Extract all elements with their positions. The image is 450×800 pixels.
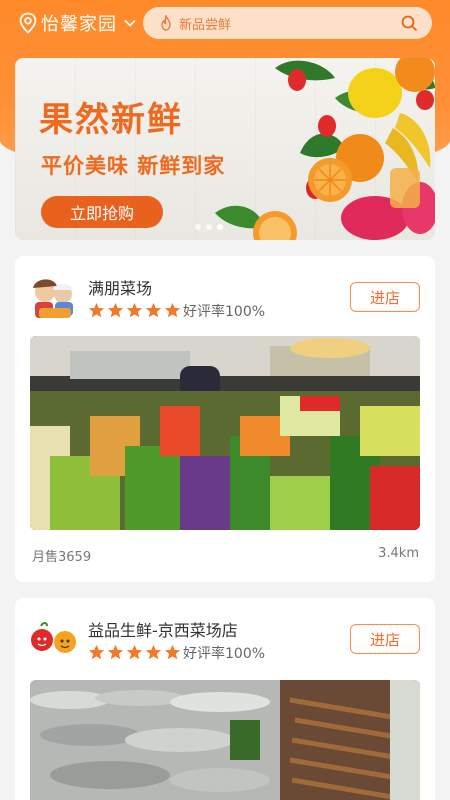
promo-banner[interactable]: 果然新鲜 平价美味 新鲜到家 立即抢购 (15, 58, 435, 240)
fruit-illustration (215, 58, 435, 240)
star-rating (88, 302, 181, 319)
flame-icon (161, 15, 171, 31)
buy-now-button[interactable]: 立即抢购 (41, 196, 163, 228)
star-icon (126, 302, 143, 318)
banner-subtitle: 平价美味 新鲜到家 (41, 154, 226, 178)
banner-title: 果然新鲜 (39, 100, 183, 140)
location-pin-icon (19, 12, 37, 34)
star-icon (145, 644, 162, 660)
location-label: 怡馨家园 (41, 14, 117, 35)
store-photo (30, 336, 420, 530)
store-logo (33, 279, 73, 318)
chevron-down-icon (124, 19, 136, 27)
search-bar[interactable]: 新品尝鲜 (143, 7, 432, 39)
store-name: 益品生鲜-京西菜场店 (88, 621, 238, 640)
star-icon (107, 302, 124, 318)
star-icon (107, 644, 124, 660)
star-icon (164, 302, 181, 318)
top-bar: 怡馨家园 新品尝鲜 (0, 0, 450, 46)
enter-store-button[interactable]: 进店 (350, 624, 420, 654)
monthly-sales: 月售3659 (32, 550, 92, 565)
store-card[interactable]: 益品生鲜-京西菜场店 好评率100% 进店 (15, 598, 435, 800)
rating-label: 好评率100% (183, 304, 266, 320)
store-card[interactable]: 满朋菜场 好评率100% 进店 月售3659 3.4km (15, 256, 435, 582)
rating-label: 好评率100% (183, 646, 266, 662)
enter-store-button[interactable]: 进店 (350, 282, 420, 312)
star-icon (88, 644, 105, 660)
store-distance: 3.4km (378, 546, 419, 561)
star-icon (126, 644, 143, 660)
location-selector[interactable]: 怡馨家园 (18, 9, 137, 37)
carousel-dot (217, 224, 223, 230)
carousel-dot (195, 224, 201, 230)
search-placeholder: 新品尝鲜 (179, 17, 232, 33)
star-rating (88, 644, 181, 661)
carousel-dot (206, 224, 212, 230)
carousel-indicator (195, 224, 223, 230)
store-name: 满朋菜场 (88, 279, 153, 298)
store-logo (31, 622, 76, 653)
star-icon (145, 302, 162, 318)
star-icon (88, 302, 105, 318)
store-photo (30, 680, 420, 800)
star-icon (164, 644, 181, 660)
search-icon[interactable] (400, 14, 418, 32)
